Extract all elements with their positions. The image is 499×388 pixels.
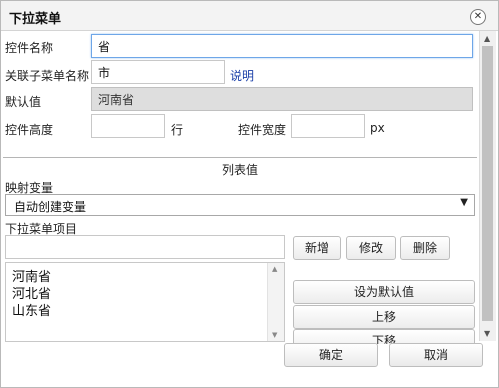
chevron-down-icon: ▼ (460, 197, 468, 208)
section-divider (3, 157, 477, 158)
close-icon[interactable]: ✕ (470, 9, 486, 25)
control-width-input[interactable] (291, 114, 365, 138)
listbox-scrollbar[interactable]: ▲ ▼ (267, 263, 284, 341)
default-value-field: 河南省 (91, 87, 473, 111)
new-item-input[interactable] (5, 235, 285, 259)
edit-item-button[interactable]: 修改 (346, 236, 396, 260)
delete-item-button[interactable]: 删除 (400, 236, 450, 260)
mapping-variable-value: 自动创建变量 (14, 200, 87, 214)
dialog-titlebar: 下拉菜单 ✕ (1, 1, 498, 31)
ok-button[interactable]: 确定 (284, 343, 378, 367)
height-unit-label: 行 (171, 123, 184, 137)
cancel-button[interactable]: 取消 (389, 343, 483, 367)
scroll-down-icon[interactable]: ▼ (272, 331, 277, 339)
width-unit-label: px (370, 121, 385, 135)
set-default-button[interactable]: 设为默认值 (293, 280, 475, 304)
sub-menu-label: 关联子菜单名称 (5, 69, 90, 83)
dialog-title: 下拉菜单 (9, 12, 62, 27)
list-values-heading: 列表值 (222, 163, 259, 177)
control-height-label: 控件高度 (5, 123, 54, 137)
add-item-button[interactable]: 新增 (293, 236, 341, 260)
control-name-label: 控件名称 (5, 41, 54, 55)
scroll-down-icon[interactable]: ▼ (484, 329, 490, 338)
menu-items-listbox[interactable]: 河南省 河北省 山东省 ▲ ▼ (5, 262, 285, 342)
scrollbar-thumb[interactable] (482, 46, 493, 321)
control-name-input[interactable]: 省 (91, 34, 473, 58)
mapping-variable-select[interactable]: 自动创建变量 ▼ (5, 194, 475, 216)
control-height-input[interactable] (91, 114, 165, 138)
dialog-content: 控件名称 省 关联子菜单名称 市 说明 默认值 河南省 控件高度 行 控件宽度 … (1, 31, 479, 344)
default-value-label: 默认值 (5, 95, 42, 109)
list-item[interactable]: 山东省 (12, 300, 51, 319)
scroll-up-icon[interactable]: ▲ (484, 34, 490, 43)
sub-menu-input[interactable]: 市 (91, 60, 225, 84)
scroll-up-icon[interactable]: ▲ (272, 265, 277, 273)
move-down-button[interactable]: 下移 (293, 329, 475, 344)
control-width-label: 控件宽度 (238, 123, 287, 137)
move-up-button[interactable]: 上移 (293, 305, 475, 329)
explain-link[interactable]: 说明 (230, 67, 254, 84)
dialog-scrollbar[interactable]: ▲ ▼ (479, 31, 496, 341)
dropdown-settings-dialog: 下拉菜单 ✕ 控件名称 省 关联子菜单名称 市 说明 默认值 河南省 控件高度 … (0, 0, 499, 388)
